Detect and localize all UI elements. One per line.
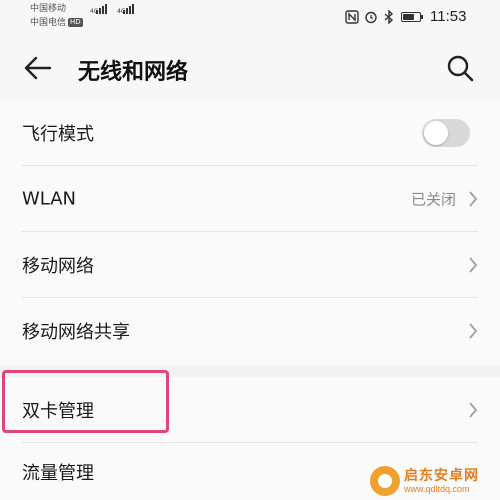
page-title: 无线和网络 — [78, 60, 189, 85]
app-header: 无线和网络 — [0, 36, 500, 100]
wlan-status: 已关闭 — [410, 190, 456, 209]
toggle-knob — [424, 121, 448, 145]
watermark-text: 启东安卓网 — [404, 468, 479, 484]
chevron-right-icon — [469, 323, 478, 339]
airplane-mode-row[interactable]: 飞行模式 — [0, 100, 500, 166]
settings-group-1: 飞行模式 WLAN 已关闭 移动网络 移动网络共享 — [0, 100, 500, 365]
chevron-right-icon — [469, 402, 478, 418]
wlan-label: WLAN — [22, 188, 77, 210]
carrier-1: 中国移动 — [30, 4, 67, 14]
airplane-mode-label: 飞行模式 — [22, 124, 94, 145]
battery-level — [403, 14, 415, 20]
dual-sim-row[interactable]: 双卡管理 — [0, 377, 500, 443]
mobile-network-label: 移动网络 — [22, 256, 94, 277]
chevron-right-icon — [469, 191, 478, 207]
hd-badge: HD — [68, 18, 83, 27]
carrier-2-label: 中国电信 — [30, 18, 67, 28]
search-icon — [447, 55, 474, 82]
bluetooth-icon — [384, 10, 394, 24]
alarm-icon — [365, 11, 377, 24]
airplane-mode-toggle[interactable] — [422, 119, 470, 147]
tethering-row[interactable]: 移动网络共享 — [0, 298, 500, 364]
watermark: 启东安卓网 www.qdltdq.com — [370, 464, 498, 498]
mobile-network-row[interactable]: 移动网络 — [0, 232, 500, 298]
watermark-url: www.qdltdq.com — [404, 484, 470, 494]
wlan-row[interactable]: WLAN 已关闭 — [0, 166, 500, 232]
tethering-label: 移动网络共享 — [22, 322, 130, 343]
nfc-icon — [345, 10, 359, 24]
status-bar: 中国移动 中国电信 HD 4G 4G 11:53 — [0, 0, 500, 36]
back-button[interactable] — [20, 50, 56, 86]
battery-icon — [401, 12, 423, 22]
dual-sim-label: 双卡管理 — [22, 401, 94, 422]
watermark-logo-icon — [370, 466, 400, 496]
carrier-2: 中国电信 HD — [30, 18, 83, 29]
back-arrow-icon — [24, 56, 52, 80]
data-usage-label: 流量管理 — [22, 463, 94, 484]
search-button[interactable] — [442, 50, 478, 86]
status-time: 11:53 — [430, 8, 467, 25]
chevron-right-icon — [469, 257, 478, 273]
